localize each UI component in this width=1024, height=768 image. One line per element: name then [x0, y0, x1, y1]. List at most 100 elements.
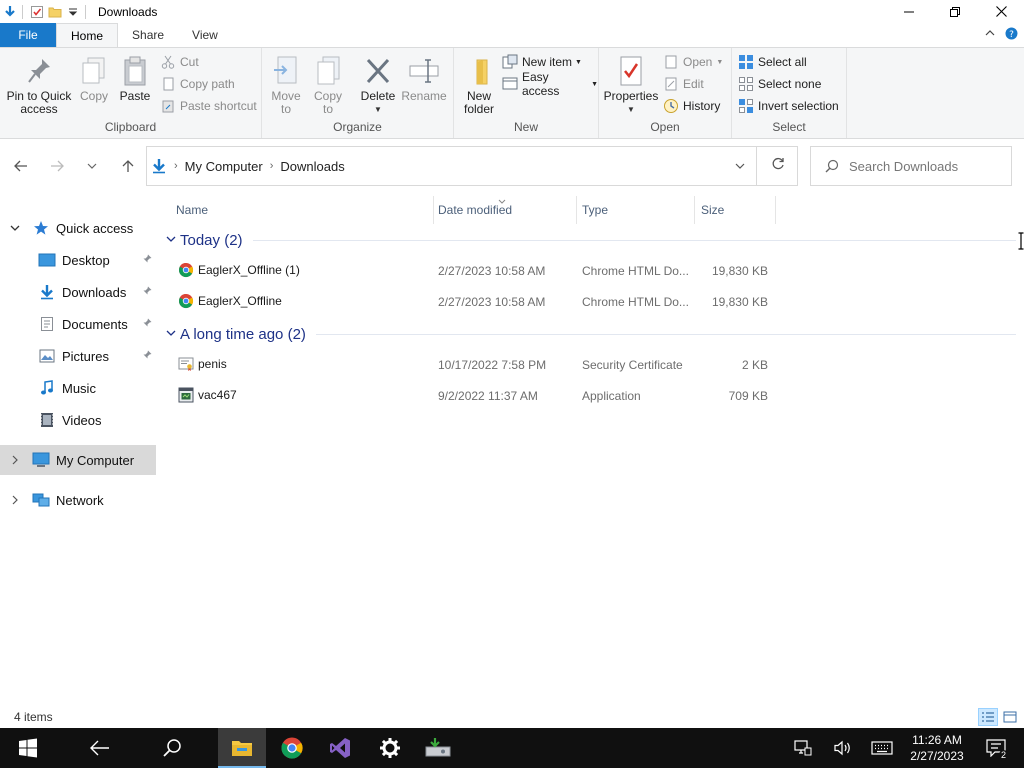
expand-chevron-icon[interactable] — [8, 495, 22, 505]
search-box[interactable]: Search Downloads — [810, 146, 1012, 186]
copy-path-button[interactable]: Copy path — [160, 75, 235, 93]
settings-taskbar-button[interactable] — [366, 728, 414, 768]
up-button[interactable] — [114, 152, 142, 180]
new-folder-quick-icon[interactable] — [47, 4, 63, 20]
copy-to-button[interactable]: Copy to — [310, 54, 346, 116]
refresh-icon[interactable] — [771, 157, 785, 175]
pin-icon[interactable] — [142, 350, 152, 363]
properties-quick-icon[interactable] — [29, 4, 45, 20]
back-button[interactable] — [7, 152, 35, 180]
large-icons-view-button[interactable] — [1000, 708, 1020, 726]
collapse-ribbon-icon[interactable] — [985, 27, 995, 43]
tab-view[interactable]: View — [178, 23, 232, 47]
file-date: 2/27/2023 10:58 AM — [438, 264, 546, 278]
tab-share[interactable]: Share — [118, 23, 178, 47]
action-center-button[interactable]: 2 — [978, 728, 1014, 768]
chrome-taskbar-button[interactable] — [268, 728, 316, 768]
sidebar-item-my-computer[interactable]: My Computer — [0, 445, 156, 475]
close-button[interactable] — [978, 0, 1024, 23]
file-name-cell[interactable]: vac467 — [178, 387, 428, 403]
file-row[interactable]: penis 10/17/2022 7:58 PM Security Certif… — [160, 351, 800, 379]
sidebar-item-downloads[interactable]: Downloads — [0, 277, 156, 307]
keyboard-icon — [871, 741, 893, 755]
large-icons-view-icon — [1003, 711, 1017, 723]
group-collapse-icon[interactable] — [166, 328, 176, 340]
file-row[interactable]: EaglerX_Offline 2/27/2023 10:58 AM Chrom… — [160, 288, 800, 316]
paste-shortcut-button[interactable]: Paste shortcut — [160, 97, 257, 115]
breadcrumb-separator-icon[interactable]: › — [270, 160, 274, 172]
column-header-size[interactable]: Size — [695, 196, 776, 224]
sidebar-item-quick-access[interactable]: Quick access — [0, 213, 156, 243]
group-header-long-ago[interactable]: A long time ago (2) — [160, 322, 1016, 346]
pin-icon[interactable] — [142, 318, 152, 331]
downloads-folder-icon — [38, 283, 56, 301]
start-button[interactable] — [4, 728, 52, 768]
file-name-cell[interactable]: EaglerX_Offline (1) — [178, 262, 428, 278]
installer-taskbar-button[interactable] — [414, 728, 462, 768]
file-name-cell[interactable]: EaglerX_Offline — [178, 293, 428, 309]
open-button[interactable]: Open ▼ — [663, 53, 723, 71]
edit-button[interactable]: Edit — [663, 75, 704, 93]
sidebar-item-music[interactable]: Music — [0, 373, 156, 403]
pin-icon[interactable] — [142, 254, 152, 267]
sidebar-item-network[interactable]: Network — [0, 485, 156, 515]
copy-icon — [78, 54, 110, 88]
move-to-button[interactable]: Move to — [268, 54, 304, 116]
file-row[interactable]: vac467 9/2/2022 11:37 AM Application 709… — [160, 382, 800, 410]
tab-file[interactable]: File — [0, 23, 56, 47]
invert-selection-button[interactable]: Invert selection — [738, 97, 839, 115]
delete-button[interactable]: Delete ▼ — [358, 54, 398, 116]
file-row[interactable]: EaglerX_Offline (1) 2/27/2023 10:58 AM C… — [160, 257, 800, 285]
volume-tray-button[interactable] — [830, 728, 856, 768]
details-view-button[interactable] — [978, 708, 998, 726]
search-input[interactable]: Search Downloads — [849, 159, 958, 174]
collapse-chevron-icon[interactable] — [8, 224, 22, 232]
sidebar-item-videos[interactable]: Videos — [0, 405, 156, 435]
system-clock[interactable]: 11:26 AM 2/27/2023 — [902, 732, 972, 764]
expand-chevron-icon[interactable] — [8, 455, 22, 465]
visual-studio-taskbar-button[interactable] — [316, 728, 364, 768]
search-taskbar-button[interactable] — [148, 728, 196, 768]
select-all-button[interactable]: Select all — [738, 53, 807, 71]
restore-button[interactable] — [932, 0, 978, 23]
tab-home[interactable]: Home — [56, 23, 119, 47]
sidebar-item-pictures[interactable]: Pictures — [0, 341, 156, 371]
copy-button[interactable]: Copy — [76, 54, 112, 103]
group-divider — [315, 333, 1016, 335]
properties-button[interactable]: Properties ▼ — [603, 54, 659, 116]
sidebar-item-desktop[interactable]: Desktop — [0, 245, 156, 275]
network-tray-button[interactable] — [790, 728, 816, 768]
sidebar-item-documents[interactable]: Documents — [0, 309, 156, 339]
new-item-button[interactable]: New item ▼ — [502, 53, 582, 71]
group-header-today[interactable]: Today (2) — [160, 228, 1016, 252]
cut-button[interactable]: Cut — [160, 53, 199, 71]
move-to-icon — [270, 54, 302, 88]
column-header-type[interactable]: Type — [576, 196, 695, 224]
group-collapse-icon[interactable] — [166, 234, 176, 246]
recent-locations-button[interactable] — [78, 152, 106, 180]
customize-toolbar-icon[interactable] — [65, 4, 81, 20]
pin-to-quick-access-button[interactable]: Pin to Quick access — [6, 54, 72, 116]
easy-access-button[interactable]: Easy access ▼ — [502, 70, 598, 98]
pin-icon[interactable] — [142, 286, 152, 299]
new-folder-button[interactable]: New folder — [460, 54, 498, 116]
column-header-name[interactable]: Name — [170, 196, 434, 224]
keyboard-tray-button[interactable] — [868, 728, 896, 768]
breadcrumb-downloads[interactable]: Downloads — [280, 159, 344, 174]
back-taskbar-button[interactable] — [76, 728, 124, 768]
address-history-dropdown-icon[interactable] — [735, 159, 745, 173]
select-none-button[interactable]: Select none — [738, 75, 821, 93]
breadcrumb-separator-icon[interactable]: › — [174, 160, 178, 172]
forward-button[interactable] — [43, 152, 71, 180]
address-bar[interactable]: › My Computer › Downloads — [146, 146, 798, 186]
downloads-arrow-icon[interactable] — [2, 4, 18, 20]
file-name-cell[interactable]: penis — [178, 356, 428, 372]
history-button[interactable]: History — [663, 97, 720, 115]
rename-button[interactable]: Rename — [401, 54, 447, 103]
file-size: 19,830 KB — [711, 295, 768, 309]
minimize-button[interactable] — [886, 0, 932, 23]
breadcrumb-my-computer[interactable]: My Computer — [185, 159, 263, 174]
paste-button[interactable]: Paste — [116, 54, 154, 103]
file-explorer-taskbar-button[interactable] — [218, 728, 266, 768]
help-icon[interactable]: ? — [1005, 27, 1018, 43]
